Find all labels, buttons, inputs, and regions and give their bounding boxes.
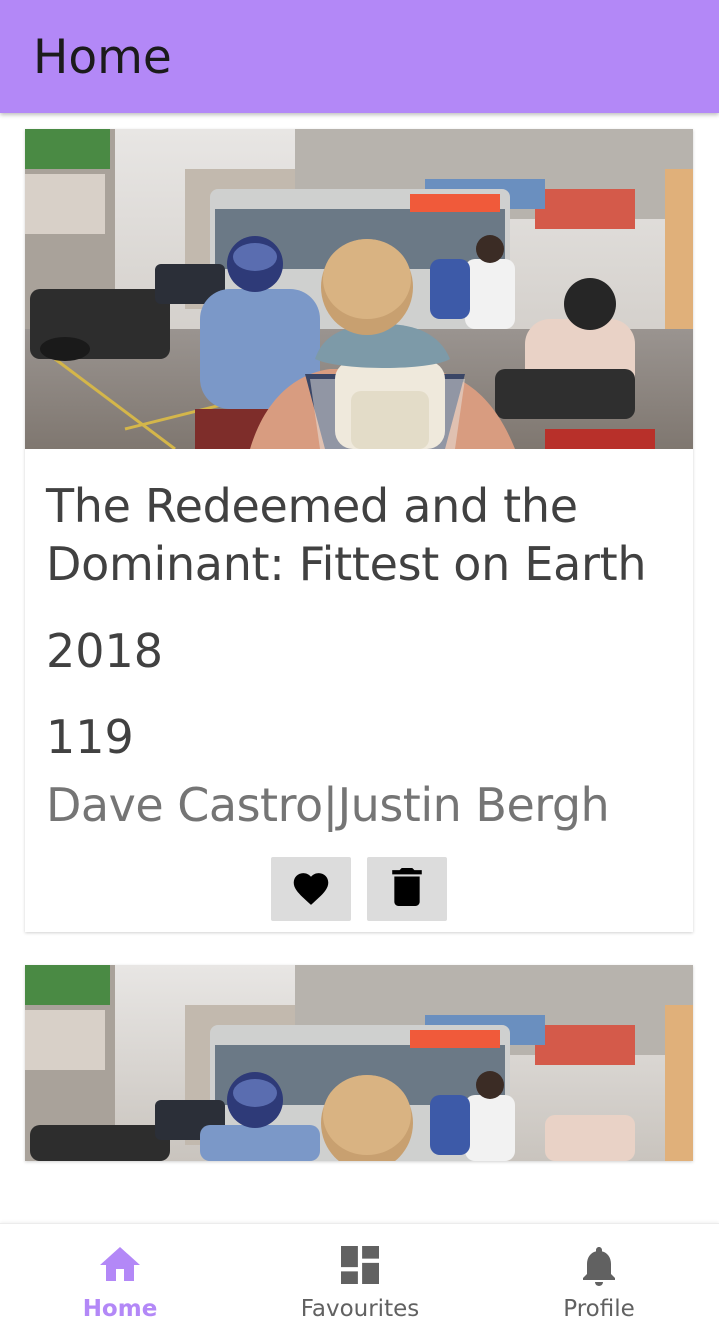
card-actions — [271, 857, 447, 921]
bell-icon — [582, 1246, 616, 1291]
movie-directors: Dave Castro|Justin Bergh — [46, 778, 610, 832]
movie-year: 2018 — [46, 624, 164, 678]
heart-icon — [290, 868, 332, 911]
nav-label-profile: Profile — [563, 1296, 635, 1322]
nav-item-home[interactable]: Home — [0, 1224, 240, 1338]
movie-card[interactable]: The Redeemed and the Dominant: Fittest o… — [25, 129, 693, 932]
movie-title: The Redeemed and the Dominant: Fittest o… — [46, 479, 647, 591]
trash-icon — [392, 867, 422, 911]
page-title: Home — [33, 30, 172, 85]
app-bar: Home — [0, 0, 719, 113]
bottom-navigation: Home Favourites Profile — [0, 1223, 719, 1338]
nav-item-favourites[interactable]: Favourites — [240, 1224, 480, 1338]
delete-button[interactable] — [367, 857, 447, 921]
movie-card[interactable] — [25, 965, 693, 1161]
favourite-button[interactable] — [271, 857, 351, 921]
movie-runtime: 119 — [46, 710, 134, 764]
movie-feed[interactable]: The Redeemed and the Dominant: Fittest o… — [0, 113, 719, 1223]
movie-poster-image — [25, 129, 693, 449]
nav-label-favourites: Favourites — [300, 1296, 420, 1322]
movie-info: The Redeemed and the Dominant: Fittest o… — [46, 477, 676, 835]
home-icon — [100, 1246, 140, 1287]
dashboard-icon — [341, 1246, 379, 1289]
movie-poster-image — [25, 965, 693, 1161]
nav-item-profile[interactable]: Profile — [479, 1224, 719, 1338]
nav-label-home: Home — [82, 1296, 158, 1322]
